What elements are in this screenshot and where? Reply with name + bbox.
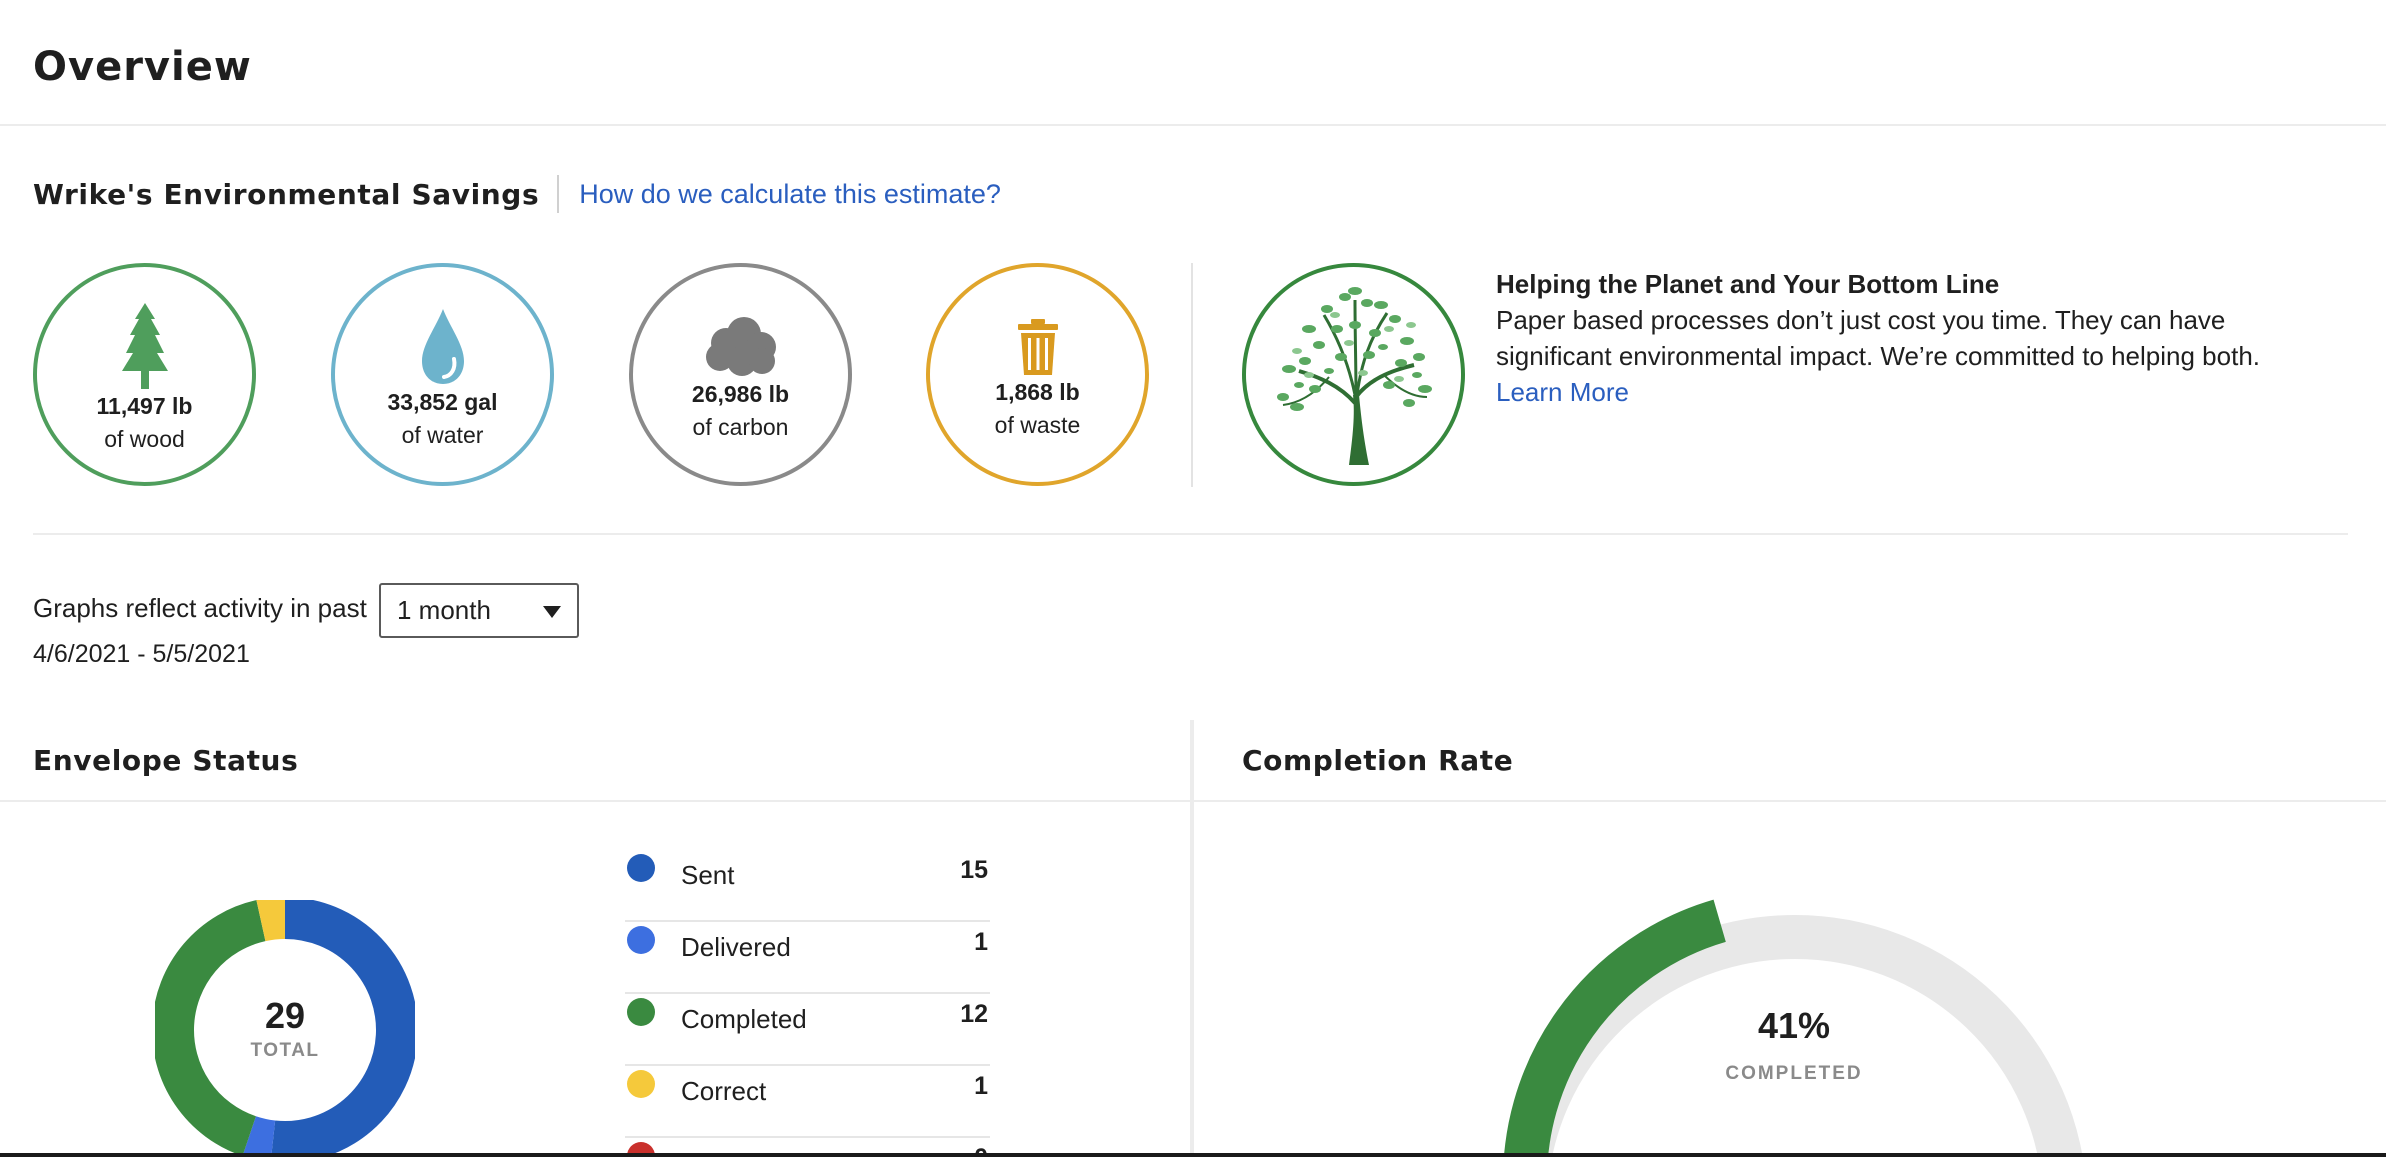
legend-count: 15: [960, 856, 988, 884]
calculate-estimate-link[interactable]: How do we calculate this estimate?: [579, 179, 1001, 210]
planet-info: Helping the Planet and Your Bottom Line …: [1496, 266, 2336, 410]
learn-more-link[interactable]: Learn More: [1496, 374, 1629, 410]
legend-item-sent: Sent 15: [625, 850, 990, 922]
legend-item-delivered: Delivered 1: [625, 922, 990, 994]
completion-label: COMPLETED: [1725, 1063, 1863, 1084]
waste-label: of waste: [994, 412, 1081, 438]
donut-segment-delivered: [242, 1116, 276, 1157]
completed-dot: [627, 998, 655, 1026]
legend-label: Delivered: [681, 932, 791, 962]
period-dropdown[interactable]: 1 month: [379, 583, 579, 638]
water-drop-icon: [421, 309, 464, 384]
donut-total-label: TOTAL: [250, 1040, 320, 1061]
legend-count: 12: [960, 1000, 988, 1028]
legend-label: Completed: [681, 1004, 807, 1034]
leafy-tree-badge: [1242, 263, 1465, 486]
legend-label: Sent: [681, 860, 735, 890]
legend-item-correct: Correct 1: [625, 1066, 990, 1138]
water-label: of water: [401, 422, 484, 448]
legend-count: 1: [974, 1072, 988, 1100]
period-dropdown-value: 1 month: [397, 595, 491, 625]
planet-title: Helping the Planet and Your Bottom Line: [1496, 269, 2000, 299]
carbon-label: of carbon: [692, 414, 789, 440]
page-title: Overview: [33, 44, 252, 90]
wood-label: of wood: [104, 426, 185, 452]
carbon-stat: 26,986 lb of carbon: [629, 263, 852, 486]
trash-can-icon: [1017, 319, 1058, 375]
period-filter-label: Graphs reflect activity in past: [33, 593, 367, 623]
completion-percent: 41%: [1757, 1005, 1831, 1046]
envelope-status-title: Envelope Status: [33, 744, 299, 777]
caret-down-icon: [543, 606, 561, 618]
tree-icon: [121, 303, 168, 389]
savings-header: Wrike's Environmental Savings How do we …: [33, 174, 1001, 214]
leafy-tree-icon: [1276, 286, 1432, 465]
envelope-status-legend: Sent 15 Delivered 1 Completed 12 Correct…: [625, 850, 990, 1157]
legend-count: 1: [974, 928, 988, 956]
donut-segment-correct: [256, 900, 286, 942]
section-divider: [33, 533, 2348, 535]
wood-value: 11,497 lb: [96, 393, 193, 419]
correct-dot: [627, 1070, 655, 1098]
water-value: 33,852 gal: [387, 389, 498, 415]
date-range: 4/6/2021 - 5/5/2021: [33, 640, 250, 668]
delivered-dot: [627, 926, 655, 954]
legend-item-completed: Completed 12: [625, 994, 990, 1066]
carbon-value: 26,986 lb: [691, 381, 790, 407]
water-stat: 33,852 gal of water: [331, 263, 554, 486]
savings-divider: [1191, 263, 1193, 487]
waste-stat: 1,868 lb of waste: [926, 263, 1149, 486]
planet-body: Paper based processes don’t just cost yo…: [1496, 305, 2261, 371]
panel-vertical-divider: [1190, 720, 1194, 1157]
completion-rate-title: Completion Rate: [1242, 744, 1514, 777]
header-separator: [557, 175, 560, 213]
cloud-icon: [705, 317, 776, 376]
donut-total-value: 29: [264, 995, 306, 1036]
legend-label: Correct: [681, 1076, 767, 1106]
waste-value: 1,868 lb: [995, 379, 1080, 405]
window-bottom-edge: [0, 1153, 2386, 1157]
top-bar: Overview: [0, 0, 2386, 126]
sent-dot: [627, 854, 655, 882]
savings-title: Wrike's Environmental Savings: [33, 177, 540, 211]
wood-stat: 11,497 lb of wood: [33, 263, 256, 486]
